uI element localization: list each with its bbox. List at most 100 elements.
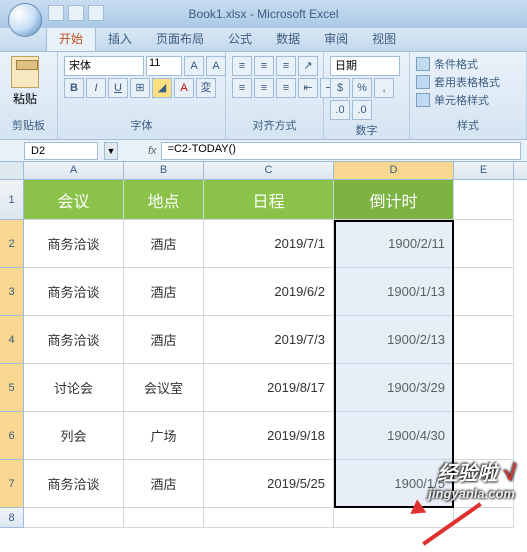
cell-E8[interactable]: [454, 508, 514, 528]
cell-E3[interactable]: [454, 268, 514, 316]
fill-color-button[interactable]: ◢: [152, 78, 172, 98]
format-as-table-button[interactable]: 套用表格格式: [416, 74, 500, 90]
align-bottom-button[interactable]: ≡: [276, 56, 296, 76]
cell-B7[interactable]: 酒店: [124, 460, 204, 508]
cell-A8[interactable]: [24, 508, 124, 528]
cell-B6[interactable]: 广场: [124, 412, 204, 460]
font-color-button[interactable]: A: [174, 78, 194, 98]
cell-A7[interactable]: 商务洽谈: [24, 460, 124, 508]
cell-B2[interactable]: 酒店: [124, 220, 204, 268]
qat-undo-icon[interactable]: [68, 5, 84, 21]
cell-styles-button[interactable]: 单元格样式: [416, 92, 500, 108]
col-header-C[interactable]: C: [204, 162, 334, 179]
qat-save-icon[interactable]: [48, 5, 64, 21]
align-right-button[interactable]: ≡: [276, 78, 296, 98]
cell-C5[interactable]: 2019/8/17: [204, 364, 334, 412]
cell-C7[interactable]: 2019/5/25: [204, 460, 334, 508]
name-box[interactable]: D2: [24, 142, 98, 160]
select-all-corner[interactable]: [0, 162, 24, 179]
phonetic-button[interactable]: 変: [196, 78, 216, 98]
row-header-3[interactable]: 3: [0, 268, 24, 316]
col-header-A[interactable]: A: [24, 162, 124, 179]
align-group-label: 对齐方式: [232, 115, 317, 135]
border-button[interactable]: ⊞: [130, 78, 150, 98]
cell-D5[interactable]: 1900/3/29: [334, 364, 454, 412]
percent-button[interactable]: %: [352, 78, 372, 98]
cell-A6[interactable]: 列会: [24, 412, 124, 460]
number-format-select[interactable]: 日期: [330, 56, 400, 76]
paste-icon: [11, 56, 39, 88]
align-middle-button[interactable]: ≡: [254, 56, 274, 76]
cell-D2[interactable]: 1900/2/11: [334, 220, 454, 268]
cell-C1[interactable]: 日程: [204, 180, 334, 220]
cell-D1[interactable]: 倒计时: [334, 180, 454, 220]
comma-button[interactable]: ,: [374, 78, 394, 98]
tab-insert[interactable]: 插入: [96, 26, 144, 51]
indent-decrease-button[interactable]: ⇤: [298, 78, 318, 98]
cell-A1[interactable]: 会议: [24, 180, 124, 220]
office-button[interactable]: [8, 3, 42, 37]
font-name-select[interactable]: 宋体: [64, 56, 144, 76]
cell-A4[interactable]: 商务洽谈: [24, 316, 124, 364]
cell-C8[interactable]: [204, 508, 334, 528]
cell-C4[interactable]: 2019/7/3: [204, 316, 334, 364]
align-left-button[interactable]: ≡: [232, 78, 252, 98]
name-box-dropdown[interactable]: ▼: [104, 142, 118, 160]
ribbon-tabs: 开始 插入 页面布局 公式 数据 审阅 视图: [0, 28, 527, 52]
col-header-E[interactable]: E: [454, 162, 514, 179]
cell-B3[interactable]: 酒店: [124, 268, 204, 316]
cell-C2[interactable]: 2019/7/1: [204, 220, 334, 268]
orientation-button[interactable]: ↗: [298, 56, 318, 76]
row-header-6[interactable]: 6: [0, 412, 24, 460]
cell-A3[interactable]: 商务洽谈: [24, 268, 124, 316]
align-center-button[interactable]: ≡: [254, 78, 274, 98]
increase-decimal-button[interactable]: .0: [330, 100, 350, 120]
cell-E6[interactable]: [454, 412, 514, 460]
qat-redo-icon[interactable]: [88, 5, 104, 21]
cell-E5[interactable]: [454, 364, 514, 412]
decrease-decimal-button[interactable]: .0: [352, 100, 372, 120]
tab-review[interactable]: 审阅: [312, 26, 360, 51]
align-top-button[interactable]: ≡: [232, 56, 252, 76]
fx-icon[interactable]: fx: [148, 145, 157, 157]
cell-B1[interactable]: 地点: [124, 180, 204, 220]
cell-B8[interactable]: [124, 508, 204, 528]
grow-font-button[interactable]: A: [184, 56, 204, 76]
row-header-4[interactable]: 4: [0, 316, 24, 364]
conditional-format-icon: [416, 57, 430, 71]
paste-button[interactable]: 粘贴: [6, 56, 44, 115]
row-header-2[interactable]: 2: [0, 220, 24, 268]
cell-D3[interactable]: 1900/1/13: [334, 268, 454, 316]
conditional-format-button[interactable]: 条件格式: [416, 56, 500, 72]
row-header-8[interactable]: 8: [0, 508, 24, 528]
col-header-D[interactable]: D: [334, 162, 454, 179]
cell-E1[interactable]: [454, 180, 514, 220]
cell-D8[interactable]: [334, 508, 454, 528]
cell-D6[interactable]: 1900/4/30: [334, 412, 454, 460]
italic-button[interactable]: I: [86, 78, 106, 98]
tab-page-layout[interactable]: 页面布局: [144, 26, 216, 51]
cell-B4[interactable]: 酒店: [124, 316, 204, 364]
cell-D4[interactable]: 1900/2/13: [334, 316, 454, 364]
currency-button[interactable]: $: [330, 78, 350, 98]
row-header-5[interactable]: 5: [0, 364, 24, 412]
cell-E2[interactable]: [454, 220, 514, 268]
tab-data[interactable]: 数据: [264, 26, 312, 51]
cell-B5[interactable]: 会议室: [124, 364, 204, 412]
cell-C3[interactable]: 2019/6/2: [204, 268, 334, 316]
cell-A5[interactable]: 讨论会: [24, 364, 124, 412]
shrink-font-button[interactable]: A: [206, 56, 226, 76]
underline-button[interactable]: U: [108, 78, 128, 98]
font-size-select[interactable]: 11: [146, 56, 182, 76]
col-header-B[interactable]: B: [124, 162, 204, 179]
cell-A2[interactable]: 商务洽谈: [24, 220, 124, 268]
formula-bar-input[interactable]: =C2-TODAY(): [161, 142, 521, 160]
tab-formulas[interactable]: 公式: [216, 26, 264, 51]
cell-E4[interactable]: [454, 316, 514, 364]
tab-view[interactable]: 视图: [360, 26, 408, 51]
bold-button[interactable]: B: [64, 78, 84, 98]
row-header-7[interactable]: 7: [0, 460, 24, 508]
row-header-1[interactable]: 1: [0, 180, 24, 220]
tab-home[interactable]: 开始: [46, 25, 96, 51]
cell-C6[interactable]: 2019/9/18: [204, 412, 334, 460]
